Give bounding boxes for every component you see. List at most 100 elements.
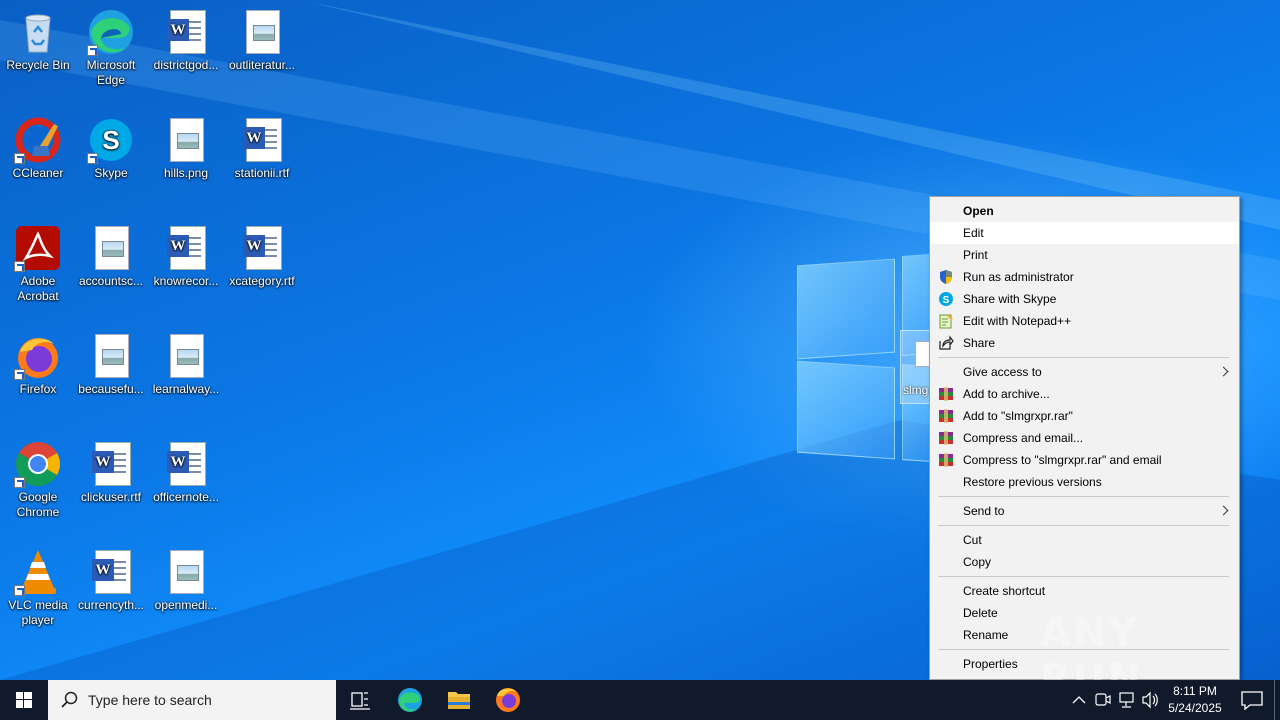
file-districtgod-icon[interactable]: W districtgod... bbox=[148, 8, 224, 73]
recycle-bin-icon[interactable]: Recycle Bin bbox=[0, 8, 76, 73]
file-stationii-icon[interactable]: W stationii.rtf bbox=[224, 116, 300, 181]
menu-item-label: Give access to bbox=[963, 365, 1042, 379]
file-hills-icon[interactable]: hills.png bbox=[148, 116, 224, 181]
menu-item-share[interactable]: Share bbox=[930, 332, 1239, 354]
tray-meet-now-button[interactable] bbox=[1092, 680, 1114, 720]
recycle-bin-graphic bbox=[25, 14, 51, 53]
icon-label: hills.png bbox=[163, 166, 209, 180]
file-accountsc-icon[interactable]: accountsc... bbox=[73, 224, 149, 289]
menu-item-send-to[interactable]: Send to bbox=[930, 500, 1239, 522]
file-knowrecor-icon[interactable]: W knowrecor... bbox=[148, 224, 224, 289]
taskbar-file-explorer-button[interactable] bbox=[435, 680, 483, 720]
icon-label: becausefu... bbox=[78, 382, 144, 396]
icon-label: CCleaner bbox=[12, 166, 64, 180]
taskbar-clock[interactable]: 8:11 PM 5/24/2025 bbox=[1162, 683, 1228, 717]
menu-item-cut[interactable]: Cut bbox=[930, 529, 1239, 551]
menu-separator bbox=[938, 525, 1229, 526]
menu-separator bbox=[938, 496, 1229, 497]
notification-icon bbox=[1241, 691, 1263, 711]
winrar-icon bbox=[939, 409, 953, 423]
file-learnalway-icon[interactable]: learnalway... bbox=[148, 332, 224, 397]
icon-label: Microsoft Edge bbox=[86, 58, 136, 87]
menu-item-label: Send to bbox=[963, 504, 1005, 518]
adobe-acrobat-icon[interactable]: Adobe Acrobat bbox=[0, 224, 76, 304]
icon-label: officernote... bbox=[153, 490, 219, 504]
file-currencyth-icon[interactable]: W currencyth... bbox=[73, 548, 149, 613]
firefox-icon[interactable]: Firefox bbox=[0, 332, 76, 397]
camera-icon bbox=[1095, 693, 1111, 706]
menu-item-label: Add to archive... bbox=[963, 387, 1050, 401]
menu-item-compress-to-rar-and-email[interactable]: Compress to "slmgrxpr.rar" and email bbox=[930, 449, 1239, 471]
ccleaner-icon[interactable]: CCleaner bbox=[0, 116, 76, 181]
menu-item-give-access-to[interactable]: Give access to bbox=[930, 361, 1239, 383]
chevron-up-icon bbox=[1072, 696, 1086, 704]
menu-item-edit[interactable]: Edit bbox=[930, 222, 1239, 244]
menu-item-label: Open bbox=[963, 204, 994, 218]
menu-item-edit-with-notepadpp[interactable]: Edit with Notepad++ bbox=[930, 310, 1239, 332]
menu-item-label: Properties bbox=[963, 657, 1018, 671]
menu-item-restore-previous-versions[interactable]: Restore previous versions bbox=[930, 471, 1239, 493]
menu-item-open[interactable]: Open bbox=[930, 200, 1239, 222]
uac-shield-icon bbox=[940, 270, 952, 284]
selected-file-highlight[interactable]: slmg bbox=[900, 330, 933, 404]
menu-item-run-as-administrator[interactable]: Run as administrator bbox=[930, 266, 1239, 288]
menu-item-label: Restore previous versions bbox=[963, 475, 1102, 489]
volume-icon bbox=[1142, 691, 1158, 709]
chevron-right-icon bbox=[1218, 505, 1229, 516]
menu-item-create-shortcut[interactable]: Create shortcut bbox=[930, 580, 1239, 602]
skype-icon[interactable]: S Skype bbox=[73, 116, 149, 181]
menu-item-label: Add to "slmgrxpr.rar" bbox=[963, 409, 1073, 423]
menu-item-label: Compress and email... bbox=[963, 431, 1084, 445]
file-officernote-icon[interactable]: W officernote... bbox=[148, 440, 224, 505]
icon-label: openmedi... bbox=[154, 598, 218, 612]
task-view-icon bbox=[350, 692, 370, 710]
menu-item-label: Share bbox=[963, 336, 996, 350]
show-desktop-button[interactable] bbox=[1274, 680, 1280, 720]
svg-text:S: S bbox=[943, 295, 950, 306]
tray-chevron-button[interactable] bbox=[1068, 680, 1090, 720]
file-outliteratur-icon[interactable]: outliteratur... bbox=[224, 8, 300, 73]
winrar-icon bbox=[939, 387, 953, 401]
google-chrome-icon[interactable]: Google Chrome bbox=[0, 440, 76, 520]
menu-item-add-to-rar[interactable]: Add to "slmgrxpr.rar" bbox=[930, 405, 1239, 427]
taskbar-firefox-button[interactable] bbox=[484, 680, 532, 720]
menu-item-share-with-skype[interactable]: S Share with Skype bbox=[930, 288, 1239, 310]
file-xcategory-icon[interactable]: W xcategory.rtf bbox=[224, 224, 300, 289]
tray-volume-button[interactable] bbox=[1140, 680, 1162, 720]
menu-item-label: Run as administrator bbox=[963, 270, 1074, 284]
menu-item-compress-and-email[interactable]: Compress and email... bbox=[930, 427, 1239, 449]
icon-label: currencyth... bbox=[77, 598, 145, 612]
notification-center-button[interactable] bbox=[1232, 680, 1272, 720]
taskbar-search-box[interactable]: Type here to search bbox=[48, 680, 336, 720]
icon-label: Firefox bbox=[19, 382, 57, 396]
winrar-icon bbox=[939, 453, 953, 467]
icon-label: accountsc... bbox=[78, 274, 144, 288]
start-button[interactable] bbox=[0, 680, 48, 720]
taskbar-edge-button[interactable] bbox=[386, 680, 434, 720]
folder-icon bbox=[448, 692, 470, 709]
menu-item-print[interactable]: Print bbox=[930, 244, 1239, 266]
taskbar: Type here to search 8:11 PM 5/24/2025 bbox=[0, 680, 1280, 720]
menu-item-add-to-archive[interactable]: Add to archive... bbox=[930, 383, 1239, 405]
tray-network-button[interactable] bbox=[1116, 680, 1138, 720]
file-openmedi-icon[interactable]: openmedi... bbox=[148, 548, 224, 613]
file-becausefu-icon[interactable]: becausefu... bbox=[73, 332, 149, 397]
selected-file-label: slmg bbox=[903, 383, 929, 397]
icon-label: Recycle Bin bbox=[6, 58, 70, 72]
search-placeholder: Type here to search bbox=[88, 692, 212, 708]
windows-start-icon bbox=[16, 692, 32, 708]
task-view-button[interactable] bbox=[336, 680, 384, 720]
icon-label: Google Chrome bbox=[16, 490, 60, 519]
microsoft-edge-icon[interactable]: Microsoft Edge bbox=[73, 8, 149, 88]
edge-icon bbox=[398, 688, 422, 712]
icon-label: clickuser.rtf bbox=[80, 490, 141, 504]
icon-label: districtgod... bbox=[153, 58, 219, 72]
menu-item-copy[interactable]: Copy bbox=[930, 551, 1239, 573]
menu-item-label: Cut bbox=[963, 533, 982, 547]
clock-date: 5/24/2025 bbox=[1168, 701, 1222, 715]
vlc-icon[interactable]: VLC media player bbox=[0, 548, 76, 628]
firefox-icon bbox=[496, 688, 520, 712]
file-clickuser-icon[interactable]: W clickuser.rtf bbox=[73, 440, 149, 505]
clock-time: 8:11 PM bbox=[1173, 684, 1217, 698]
skype-icon: S bbox=[939, 292, 953, 306]
